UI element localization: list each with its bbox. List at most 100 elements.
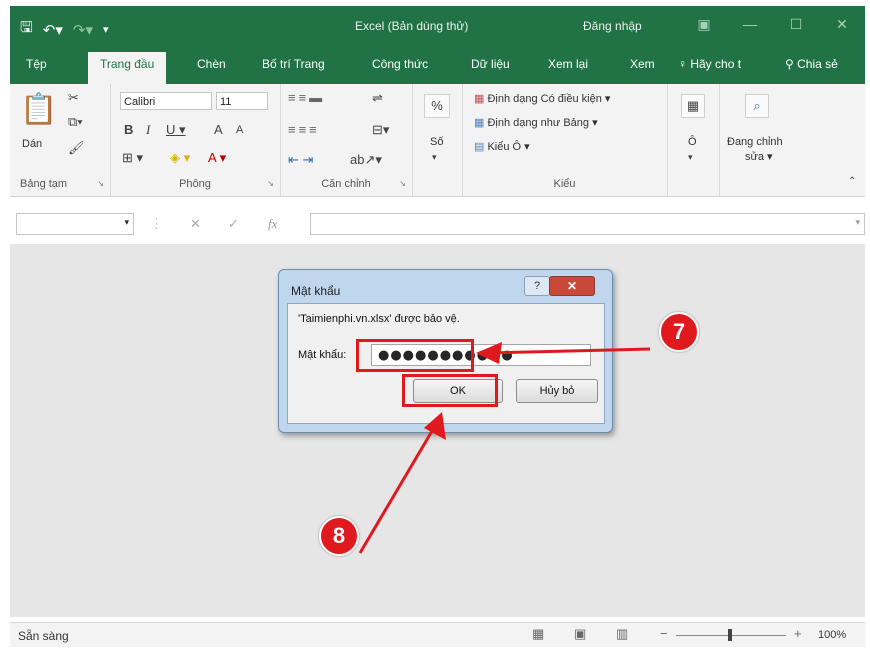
cells-group: ▦ Ô ▾ (667, 84, 720, 196)
font-color-icon[interactable]: A ▾ (208, 150, 226, 166)
italic-icon[interactable]: I (146, 122, 150, 138)
font-launcher-icon[interactable]: ↘ (267, 179, 274, 188)
underline-icon[interactable]: U ▾ (166, 122, 186, 138)
number-format-label[interactable]: Số (430, 136, 443, 148)
help-icon[interactable]: ? (524, 276, 550, 296)
password-label: Mật khẩu: (298, 349, 347, 361)
format-as-table-button[interactable]: ▦ Định dạng như Bảng ▾ (474, 116, 598, 129)
insert-function-icon[interactable]: fx (268, 216, 277, 232)
zoom-in-icon[interactable]: + (794, 626, 802, 641)
percent-icon[interactable]: % (424, 94, 450, 118)
formula-input[interactable]: ▾ (310, 213, 865, 235)
clipboard-group-label: Bảng tạm (20, 178, 68, 190)
title-bar: 🖫 ↶▾ ↷▾ ▾ Excel (Bản dùng thử) Đăng nhập… (10, 6, 865, 48)
font-size-combo[interactable]: 11 (216, 92, 268, 110)
sign-in-link[interactable]: Đăng nhập (583, 19, 642, 33)
horizontal-align-icons[interactable]: ≡≡≡ (288, 122, 320, 137)
clipboard-group: 📋 Dán ✂ ⧉▾ 🖌 Bảng tạm ↘ (10, 84, 111, 196)
cell-styles-label: Kiểu Ô (487, 141, 522, 153)
indent-icons[interactable]: ⇤ ⇥ (288, 152, 313, 168)
cancel-entry-icon[interactable]: ✕ (190, 216, 201, 232)
more-icon: ⋮ (150, 216, 163, 231)
name-box[interactable]: ▾ (16, 213, 134, 235)
tab-file[interactable]: Tệp (26, 57, 47, 71)
cells-dropdown-icon[interactable]: ▾ (688, 152, 693, 163)
cells-icon[interactable]: ▦ (681, 94, 705, 118)
password-highlight-box (356, 339, 474, 372)
status-bar: Sẵn sàng ▦ ▣ ▥ − + 100% (10, 622, 865, 647)
confirm-entry-icon[interactable]: ✓ (228, 216, 239, 232)
tab-home[interactable]: Trang đầu (88, 52, 167, 84)
ok-highlight-box (402, 374, 498, 407)
undo-icon[interactable]: ↶▾ (43, 21, 63, 39)
format-as-table-icon: ▦ (474, 117, 485, 129)
step-8-badge: 8 (319, 516, 359, 556)
conditional-formatting-label: Định dạng Có điều kiện (487, 93, 602, 105)
person-icon: ⚲ (785, 57, 794, 71)
alignment-launcher-icon[interactable]: ↘ (399, 179, 406, 188)
number-dropdown-icon[interactable]: ▾ (432, 152, 437, 163)
name-box-dropdown-icon[interactable]: ▾ (124, 217, 129, 228)
editing-label-line1[interactable]: Đang chỉnh (727, 136, 783, 148)
find-icon[interactable]: ⌕ (745, 94, 769, 118)
tab-page-layout[interactable]: Bố trí Trang (262, 57, 325, 71)
editing-label-line2[interactable]: sửa ▾ (745, 150, 773, 163)
styles-group-label: Kiểu (553, 178, 576, 190)
page-break-view-icon[interactable]: ▥ (616, 626, 628, 642)
zoom-level[interactable]: 100% (818, 629, 846, 641)
alignment-group: ≡≡▬ ⇌ ≡≡≡ ⊟▾ ⇤ ⇥ ab↗▾ Căn chỉnh ↘ (280, 84, 413, 196)
font-name-value: Calibri (124, 96, 156, 108)
conditional-formatting-button[interactable]: ▦ Định dạng Có điều kiện ▾ (474, 92, 610, 105)
tab-view[interactable]: Xem (630, 57, 655, 71)
font-group: Calibri 11 B I U ▾ A A ⊞ ▾ ◈ ▾ A ▾ Phông… (110, 84, 281, 196)
paste-icon[interactable]: 📋 (20, 92, 57, 127)
collapse-ribbon-icon[interactable]: ⌃ (848, 176, 856, 187)
redo-icon[interactable]: ↷▾ (73, 21, 93, 39)
share-button[interactable]: ⚲ Chia sẻ (785, 57, 838, 71)
tab-formulas[interactable]: Công thức (372, 57, 428, 71)
grow-font-icon[interactable]: A (214, 122, 223, 137)
font-name-combo[interactable]: Calibri (120, 92, 212, 110)
paste-label[interactable]: Dán (22, 138, 42, 150)
fill-color-icon[interactable]: ◈ ▾ (170, 150, 190, 166)
borders-icon[interactable]: ⊞ ▾ (122, 150, 143, 166)
clipboard-launcher-icon[interactable]: ↘ (97, 179, 104, 188)
tab-review[interactable]: Xem lại (548, 57, 588, 71)
orientation-icon[interactable]: ab↗▾ (350, 152, 382, 168)
close-icon[interactable]: ✕ (549, 276, 595, 296)
vertical-align-icons[interactable]: ≡≡▬ (288, 90, 325, 105)
cancel-button[interactable]: Hủy bỏ (516, 379, 598, 403)
ribbon-display-icon[interactable]: ▣ (681, 6, 727, 42)
cell-styles-button[interactable]: ▤ Kiểu Ô ▾ (474, 140, 530, 153)
save-icon[interactable]: 🖫 (20, 17, 33, 42)
dialog-title: Mật khẩu (291, 284, 341, 298)
tab-insert[interactable]: Chèn (197, 57, 226, 71)
share-label: Chia sẻ (797, 57, 838, 71)
window-controls: ▣ — ☐ ✕ (681, 6, 865, 42)
quick-access-toolbar: 🖫 ↶▾ ↷▾ ▾ (20, 17, 109, 42)
merge-center-icon[interactable]: ⊟▾ (372, 122, 389, 138)
tell-me-search[interactable]: ♀ Hãy cho t (678, 57, 741, 71)
minimize-icon[interactable]: — (727, 6, 773, 42)
tab-data[interactable]: Dữ liệu (471, 57, 510, 71)
close-window-icon[interactable]: ✕ (819, 6, 865, 42)
zoom-out-icon[interactable]: − (660, 626, 668, 641)
normal-view-icon[interactable]: ▦ (532, 626, 544, 642)
customize-qat-icon[interactable]: ▾ (103, 23, 109, 36)
maximize-icon[interactable]: ☐ (773, 6, 819, 42)
bold-icon[interactable]: B (124, 122, 133, 137)
copy-icon[interactable]: ⧉▾ (68, 114, 83, 130)
window-title: Excel (Bản dùng thử) (355, 19, 469, 33)
format-painter-icon[interactable]: 🖌 (68, 140, 85, 156)
shrink-font-icon[interactable]: A (236, 124, 243, 136)
zoom-slider-thumb[interactable] (728, 629, 732, 641)
font-group-label: Phông (179, 178, 211, 190)
styles-group: ▦ Định dạng Có điều kiện ▾ ▦ Định dạng n… (462, 84, 668, 196)
page-layout-view-icon[interactable]: ▣ (574, 626, 586, 642)
wrap-text-icon[interactable]: ⇌ (372, 90, 383, 106)
formula-bar: ▾ ⋮ ✕ ✓ fx ▾ (10, 204, 865, 244)
cut-icon[interactable]: ✂ (68, 90, 79, 106)
formula-expand-icon[interactable]: ▾ (855, 217, 860, 228)
cells-label[interactable]: Ô (688, 136, 697, 148)
ribbon-tabs: Tệp Trang đầu Chèn Bố trí Trang Công thứ… (10, 48, 865, 84)
